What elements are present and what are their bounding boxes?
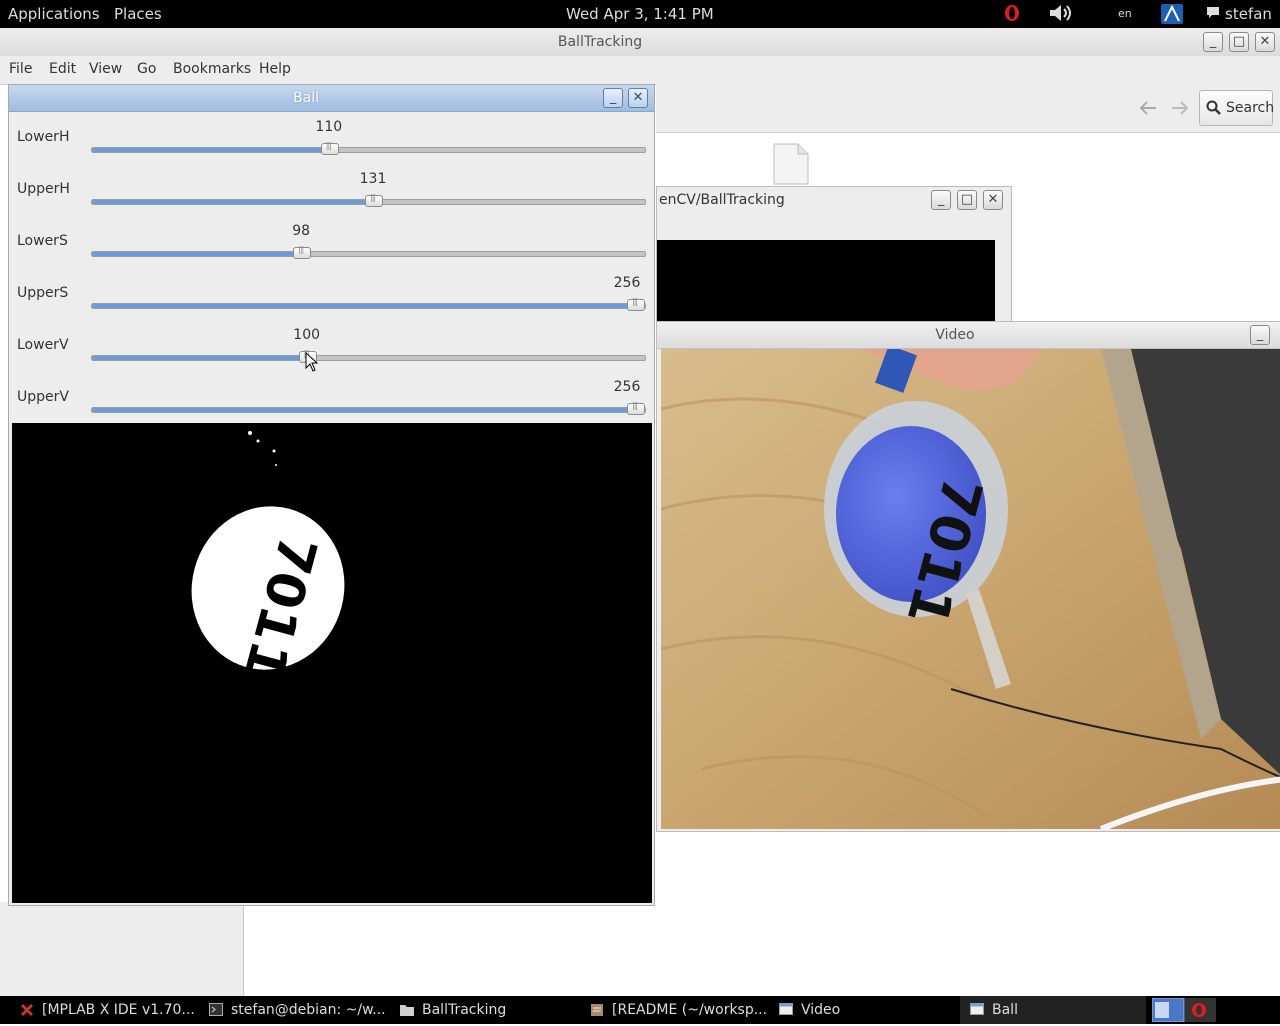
- search-button[interactable]: Search: [1199, 90, 1275, 126]
- applications-menu[interactable]: Applications: [8, 5, 100, 23]
- slider-fill: [92, 304, 645, 308]
- task-readme[interactable]: [README (~/worksp...: [590, 996, 770, 1024]
- accessibility-icon[interactable]: [1160, 3, 1184, 29]
- window-icon: [779, 1003, 793, 1016]
- slider-value: 256: [613, 275, 641, 291]
- slider-thumb[interactable]: [293, 245, 312, 259]
- back-arrow-icon[interactable]: [1136, 98, 1160, 122]
- slider-track[interactable]: [91, 297, 646, 311]
- task-label: stefan@debian: ~/w...: [231, 1002, 386, 1018]
- menu-file[interactable]: File: [9, 61, 32, 77]
- slider-value: 98: [292, 223, 311, 239]
- task-ball[interactable]: Ball: [960, 996, 1146, 1024]
- terminal-icon: [209, 1003, 223, 1016]
- menu-bookmarks[interactable]: Bookmarks: [173, 61, 251, 77]
- file-manager-toolbar: Search: [656, 84, 1280, 133]
- file-manager-titlebar[interactable]: BallTracking _ □ ✕: [0, 28, 1280, 57]
- ball-title: Ball: [293, 90, 319, 106]
- ball-close-button[interactable]: ✕: [628, 88, 648, 108]
- task-label: [README (~/worksp...: [612, 1002, 768, 1018]
- search-icon: [1206, 100, 1222, 120]
- ball-titlebar[interactable]: Ball _ ✕: [9, 85, 654, 112]
- slider-track[interactable]: [91, 401, 646, 415]
- chat-icon[interactable]: [1205, 5, 1221, 25]
- workspace-switcher[interactable]: [1151, 997, 1216, 1026]
- search-label: Search: [1226, 100, 1275, 116]
- video-window: Video _ 7011: [656, 321, 1280, 832]
- mouse-cursor-icon: [305, 351, 319, 376]
- video-frame: 7011: [661, 349, 1280, 829]
- terminal-body[interactable]: [657, 240, 995, 321]
- video-minimize-button[interactable]: _: [1250, 325, 1270, 345]
- terminal-title: enCV/BallTracking: [659, 192, 785, 208]
- slider-value: 131: [359, 171, 387, 187]
- slider-label: UpperV: [17, 389, 69, 405]
- volume-icon[interactable]: [1048, 3, 1074, 27]
- task-label: BallTracking: [422, 1002, 507, 1018]
- ball-minimize-button[interactable]: _: [603, 88, 623, 108]
- clock[interactable]: Wed Apr 3, 1:41 PM: [566, 5, 714, 23]
- menu-edit[interactable]: Edit: [49, 61, 76, 77]
- opera-icon[interactable]: [1004, 3, 1020, 27]
- task-label: Ball: [992, 1002, 1018, 1018]
- slider-thumb[interactable]: [320, 141, 339, 155]
- slider-value: 256: [613, 379, 641, 395]
- menu-help[interactable]: Help: [259, 61, 291, 77]
- video-title: Video: [935, 327, 975, 343]
- text-editor-icon: [590, 1003, 604, 1016]
- places-menu[interactable]: Places: [114, 5, 162, 23]
- taskbar: [MPLAB X IDE v1.70... stefan@debian: ~/w…: [0, 996, 1280, 1024]
- folder-icon: [400, 1003, 414, 1016]
- slider-thumb[interactable]: [365, 193, 384, 207]
- task-video[interactable]: Video: [779, 996, 959, 1024]
- video-titlebar[interactable]: Video _: [657, 322, 1280, 349]
- slider-fill: [92, 356, 308, 360]
- ball-window: Ball _ ✕ LowerH 110 UpperH 131 LowerS 98 Upper…: [8, 84, 655, 906]
- terminal-close-button[interactable]: ✕: [983, 190, 1003, 210]
- file-icon[interactable]: [772, 142, 810, 190]
- top-panel: Applications Places Wed Apr 3, 1:41 PM e…: [0, 0, 1280, 28]
- user-menu[interactable]: stefan: [1225, 5, 1272, 23]
- close-button[interactable]: ✕: [1255, 32, 1275, 52]
- window-icon: [970, 1003, 984, 1016]
- forward-arrow-icon[interactable]: [1168, 98, 1192, 122]
- slider-fill: [92, 148, 330, 152]
- terminal-minimize-button[interactable]: _: [931, 190, 951, 210]
- task-label: [MPLAB X IDE v1.70...: [42, 1002, 195, 1018]
- slider-track[interactable]: [91, 193, 646, 207]
- minimize-button[interactable]: _: [1203, 32, 1223, 52]
- slider-label: LowerV: [17, 337, 69, 353]
- terminal-maximize-button[interactable]: □: [957, 190, 977, 210]
- mplab-icon: [20, 1003, 34, 1017]
- file-manager-title: BallTracking: [557, 34, 643, 50]
- slider-thumb[interactable]: [627, 297, 645, 311]
- menu-go[interactable]: Go: [137, 61, 156, 77]
- keyboard-language[interactable]: en: [1118, 7, 1132, 20]
- slider-track[interactable]: [91, 141, 646, 155]
- slider-fill: [92, 408, 645, 412]
- slider-value: 100: [293, 327, 321, 343]
- menu-view[interactable]: View: [89, 61, 122, 77]
- slider-value: 110: [315, 119, 343, 135]
- slider-fill: [92, 252, 303, 256]
- task-terminal[interactable]: stefan@debian: ~/w...: [209, 996, 389, 1024]
- slider-fill: [92, 200, 375, 204]
- slider-label: LowerS: [17, 233, 68, 249]
- slider-track[interactable]: [91, 245, 646, 259]
- file-manager-sidebar: [0, 902, 244, 996]
- task-balltracking[interactable]: BallTracking: [400, 996, 580, 1024]
- task-label: Video: [801, 1002, 841, 1018]
- slider-thumb[interactable]: [627, 401, 645, 415]
- task-mplab[interactable]: [MPLAB X IDE v1.70...: [20, 996, 200, 1024]
- file-manager-menubar: File Edit View Go Bookmarks Help: [0, 56, 1280, 85]
- slider-track[interactable]: [91, 349, 646, 363]
- slider-label: UpperS: [17, 285, 69, 301]
- slider-label: UpperH: [17, 181, 70, 197]
- slider-label: LowerH: [17, 129, 70, 145]
- threshold-mask-view: 7011: [12, 423, 652, 903]
- terminal-window: enCV/BallTracking _ □ ✕: [656, 186, 1012, 322]
- maximize-button[interactable]: □: [1229, 32, 1249, 52]
